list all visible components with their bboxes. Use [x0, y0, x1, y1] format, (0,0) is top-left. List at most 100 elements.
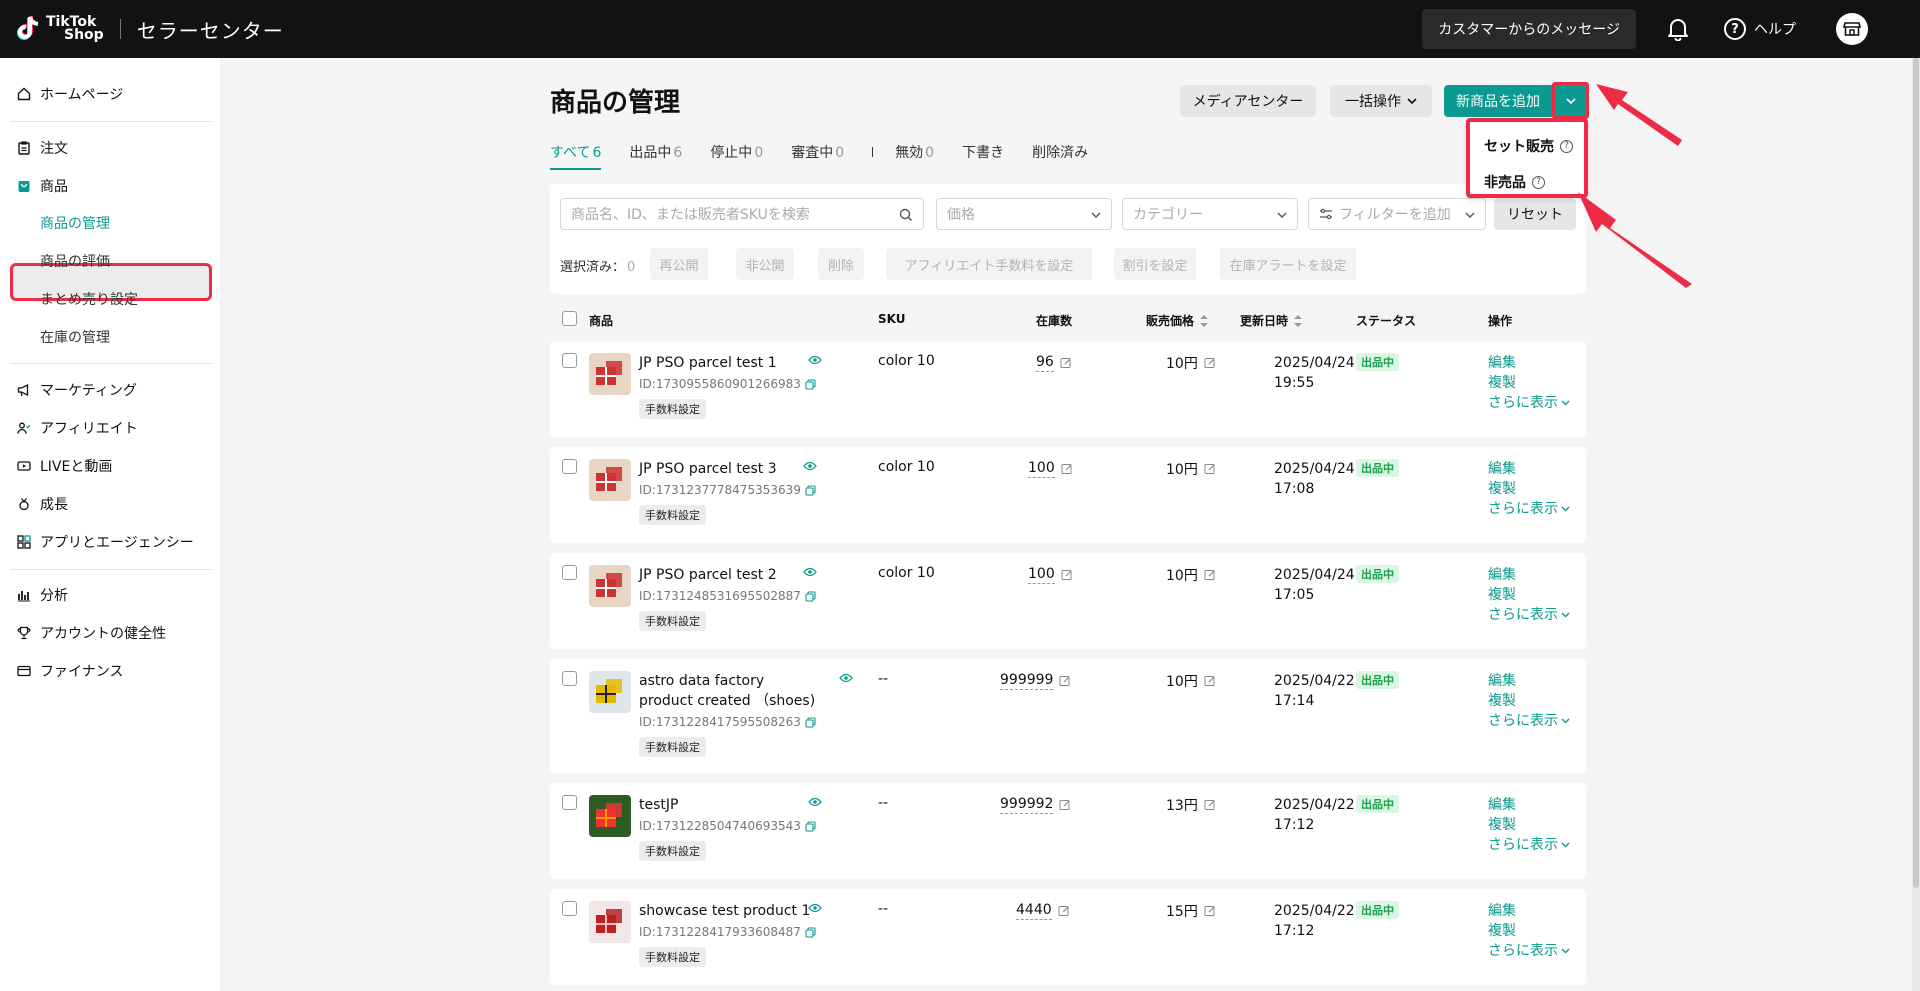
- tab-drafts[interactable]: 下書き: [962, 142, 1004, 162]
- copy-icon[interactable]: [805, 716, 816, 728]
- price-cell[interactable]: 10円: [1166, 353, 1216, 373]
- edit-icon[interactable]: [1204, 357, 1216, 369]
- duplicate-link[interactable]: 複製: [1488, 479, 1570, 499]
- set-stock-alert-button[interactable]: 在庫アラートを設定: [1220, 248, 1356, 280]
- search-input[interactable]: 商品名、ID、または販売者SKUを検索: [560, 198, 924, 230]
- product-name[interactable]: JP PSO parcel test 2: [639, 565, 819, 585]
- category-filter-select[interactable]: カテゴリー: [1122, 198, 1298, 230]
- stock-cell[interactable]: 999999: [1000, 671, 1071, 690]
- help-button[interactable]: ? ヘルプ: [1724, 18, 1796, 40]
- reset-button[interactable]: リセット: [1494, 198, 1576, 230]
- sidebar-item-account-health[interactable]: アカウントの健全性: [16, 622, 166, 644]
- sidebar-item-bundle-settings[interactable]: まとめ売り設定: [40, 288, 138, 310]
- unpublish-button[interactable]: 非公開: [736, 248, 794, 280]
- row-checkbox[interactable]: [562, 795, 577, 810]
- edit-link[interactable]: 編集: [1488, 459, 1570, 479]
- select-all-checkbox[interactable]: [562, 311, 577, 326]
- sidebar-item-growth[interactable]: 成長: [16, 493, 68, 515]
- row-checkbox[interactable]: [562, 565, 577, 580]
- product-thumbnail[interactable]: [589, 671, 631, 713]
- add-filter-select[interactable]: フィルターを追加: [1308, 198, 1486, 230]
- question-circle-icon[interactable]: ?: [1532, 175, 1545, 189]
- sidebar-item-marketing[interactable]: マーケティング: [16, 379, 137, 401]
- stock-cell[interactable]: 96: [1036, 353, 1072, 372]
- tab-active[interactable]: 出品中 6: [629, 142, 682, 162]
- column-header-price[interactable]: 販売価格: [1146, 312, 1209, 329]
- commission-tag[interactable]: 手数料設定: [639, 611, 706, 631]
- price-filter-select[interactable]: 価格: [936, 198, 1112, 230]
- price-cell[interactable]: 13円: [1166, 795, 1216, 815]
- tab-invalid[interactable]: 無効 0: [895, 142, 934, 162]
- commission-tag[interactable]: 手数料設定: [639, 399, 706, 419]
- more-actions-link[interactable]: さらに表示: [1488, 941, 1570, 961]
- stock-cell[interactable]: 999992: [1000, 795, 1071, 814]
- price-cell[interactable]: 15円: [1166, 901, 1216, 921]
- commission-tag[interactable]: 手数料設定: [639, 737, 706, 757]
- tiktok-shop-logo[interactable]: TikTok Shop: [16, 14, 104, 44]
- sidebar-item-affiliate[interactable]: アフィリエイト: [16, 417, 138, 439]
- menu-item-non-sale[interactable]: 非売品?: [1484, 172, 1545, 192]
- sidebar-item-finance[interactable]: ファイナンス: [16, 660, 123, 682]
- page-scrollbar-thumb[interactable]: [1913, 58, 1919, 888]
- media-center-button[interactable]: メディアセンター: [1180, 85, 1316, 117]
- eye-icon[interactable]: [808, 797, 822, 807]
- eye-icon[interactable]: [839, 673, 853, 683]
- tab-reviewing[interactable]: 審査中 0: [791, 142, 844, 162]
- edit-link[interactable]: 編集: [1488, 353, 1570, 373]
- product-name[interactable]: JP PSO parcel test 1: [639, 353, 819, 373]
- edit-icon[interactable]: [1204, 463, 1216, 475]
- eye-icon[interactable]: [803, 461, 817, 471]
- row-checkbox[interactable]: [562, 901, 577, 916]
- customer-messages-button[interactable]: カスタマーからのメッセージ: [1422, 9, 1636, 49]
- stock-cell[interactable]: 100: [1028, 459, 1073, 478]
- more-actions-link[interactable]: さらに表示: [1488, 835, 1570, 855]
- sidebar-item-analytics[interactable]: 分析: [16, 584, 68, 606]
- edit-icon[interactable]: [1061, 569, 1073, 581]
- product-thumbnail[interactable]: [589, 353, 631, 395]
- row-checkbox[interactable]: [562, 459, 577, 474]
- column-header-updated[interactable]: 更新日時: [1240, 312, 1303, 329]
- eye-icon[interactable]: [808, 355, 822, 365]
- stock-cell[interactable]: 4440: [1016, 901, 1070, 920]
- tab-all[interactable]: すべて 6: [550, 142, 602, 170]
- edit-icon[interactable]: [1060, 357, 1072, 369]
- row-checkbox[interactable]: [562, 353, 577, 368]
- edit-icon[interactable]: [1059, 799, 1071, 811]
- edit-icon[interactable]: [1058, 905, 1070, 917]
- eye-icon[interactable]: [808, 903, 822, 913]
- more-actions-link[interactable]: さらに表示: [1488, 605, 1570, 625]
- edit-icon[interactable]: [1204, 569, 1216, 581]
- duplicate-link[interactable]: 複製: [1488, 815, 1570, 835]
- edit-link[interactable]: 編集: [1488, 901, 1570, 921]
- duplicate-link[interactable]: 複製: [1488, 585, 1570, 605]
- product-name[interactable]: showcase test product 1: [639, 901, 819, 921]
- sidebar-item-home[interactable]: ホームページ: [16, 83, 123, 105]
- bulk-operations-button[interactable]: 一括操作: [1330, 85, 1432, 117]
- sidebar-item-live-video[interactable]: LIVEと動画: [16, 455, 112, 477]
- tab-suspended[interactable]: 停止中 0: [710, 142, 763, 162]
- duplicate-link[interactable]: 複製: [1488, 921, 1570, 941]
- copy-icon[interactable]: [805, 484, 816, 496]
- edit-icon[interactable]: [1059, 675, 1071, 687]
- stock-cell[interactable]: 100: [1028, 565, 1073, 584]
- sidebar-item-apps[interactable]: アプリとエージェンシー: [16, 531, 194, 553]
- sidebar-item-product-reviews[interactable]: 商品の評価: [40, 250, 110, 272]
- sidebar-item-orders[interactable]: 注文: [16, 137, 68, 159]
- product-thumbnail[interactable]: [589, 459, 631, 501]
- product-thumbnail[interactable]: [589, 901, 631, 943]
- row-checkbox[interactable]: [562, 671, 577, 686]
- edit-icon[interactable]: [1204, 675, 1216, 687]
- duplicate-link[interactable]: 複製: [1488, 373, 1570, 393]
- edit-icon[interactable]: [1204, 799, 1216, 811]
- menu-item-set-sale[interactable]: セット販売?: [1484, 136, 1573, 156]
- notification-bell-icon[interactable]: [1660, 11, 1696, 47]
- add-product-dropdown-toggle[interactable]: [1552, 82, 1589, 119]
- more-actions-link[interactable]: さらに表示: [1488, 499, 1570, 519]
- delete-button[interactable]: 削除: [818, 248, 864, 280]
- set-affiliate-commission-button[interactable]: アフィリエイト手数料を設定: [886, 248, 1092, 280]
- set-discount-button[interactable]: 割引を設定: [1114, 248, 1196, 280]
- commission-tag[interactable]: 手数料設定: [639, 947, 706, 967]
- product-thumbnail[interactable]: [589, 565, 631, 607]
- product-name[interactable]: astro data factory product created （shoe…: [639, 671, 819, 711]
- sidebar-item-product-management[interactable]: 商品の管理: [40, 212, 110, 234]
